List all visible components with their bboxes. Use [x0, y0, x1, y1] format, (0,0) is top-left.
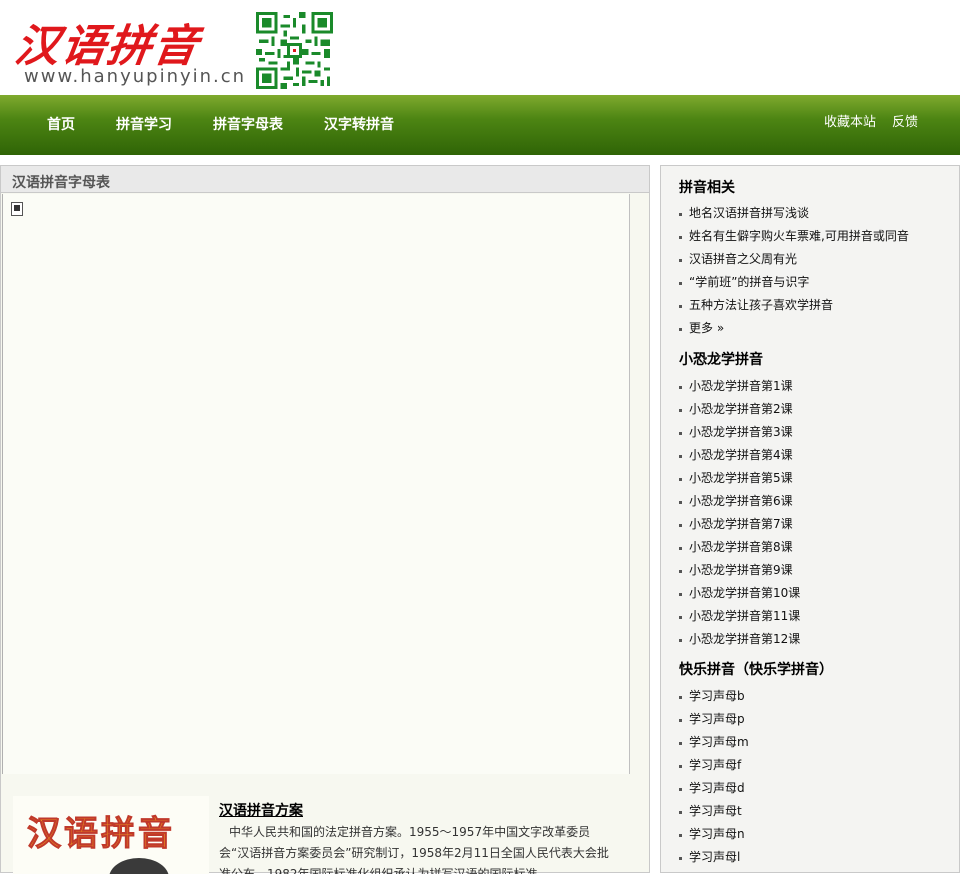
- site-header: 汉语拼音 www.hanyupinyin.cn: [0, 0, 960, 95]
- sidebar-link[interactable]: 小恐龙学拼音第9课: [679, 559, 800, 582]
- site-logo[interactable]: 汉语拼音 www.hanyupinyin.cn: [11, 8, 244, 90]
- sidebar-link[interactable]: 学习声母d: [679, 777, 749, 800]
- sidebar-link[interactable]: 小恐龙学拼音第6课: [679, 490, 800, 513]
- section-title: 汉语拼音字母表: [12, 175, 110, 191]
- sidebar-link[interactable]: 五种方法让孩子喜欢学拼音: [679, 294, 909, 317]
- sidebar-list-dinosaur: 小恐龙学拼音第1课 小恐龙学拼音第2课 小恐龙学拼音第3课 小恐龙学拼音第4课 …: [679, 375, 800, 651]
- logo-url: www.hanyupinyin.cn: [24, 66, 247, 87]
- article-thumbnail[interactable]: 汉语拼音: [13, 796, 209, 874]
- sidebar-link[interactable]: 小恐龙学拼音第1课: [679, 375, 800, 398]
- nav-pinyin-study[interactable]: 拼音学习: [116, 114, 172, 134]
- article-summary: 中华人民共和国的法定拼音方案。1955～1957年中国文字改革委员会“汉语拼音方…: [219, 825, 609, 874]
- sidebar-link[interactable]: 小恐龙学拼音第10课: [679, 582, 800, 605]
- section-header: 汉语拼音字母表: [1, 166, 649, 193]
- sidebar-link[interactable]: 姓名有生僻字购火车票难,可用拼音或同音: [679, 225, 909, 248]
- logo-title: 汉语拼音: [11, 21, 203, 72]
- sidebar-link[interactable]: 小恐龙学拼音第5课: [679, 467, 800, 490]
- sidebar-link[interactable]: 小恐龙学拼音第7课: [679, 513, 800, 536]
- sidebar-link[interactable]: 小恐龙学拼音第11课: [679, 605, 800, 628]
- sidebar-link[interactable]: 地名汉语拼音拼写浅谈: [679, 202, 909, 225]
- qr-code-icon: [256, 12, 333, 89]
- thumbnail-text: 汉语拼音: [27, 814, 175, 855]
- more-link[interactable]: 更多 »: [679, 317, 909, 340]
- sidebar-link[interactable]: 学习声母p: [679, 708, 749, 731]
- bookmark-link[interactable]: 收藏本站: [824, 111, 876, 130]
- sidebar-link[interactable]: 小恐龙学拼音第8课: [679, 536, 800, 559]
- sidebar-link[interactable]: 小恐龙学拼音第3课: [679, 421, 800, 444]
- sidebar-heading-happy-pinyin: 快乐拼音（快乐学拼音）: [679, 662, 833, 678]
- sidebar-link[interactable]: 学习声母m: [679, 731, 749, 754]
- article-item: 汉语拼音 汉语拼音方案 中华人民共和国的法定拼音方案。1955～1957年中国文…: [13, 796, 633, 874]
- sidebar-link[interactable]: 学习声母b: [679, 685, 749, 708]
- nav-hanzi-to-pinyin[interactable]: 汉字转拼音: [324, 114, 394, 134]
- alphabet-frame: [2, 194, 630, 774]
- sidebar: 拼音相关 地名汉语拼音拼写浅谈 姓名有生僻字购火车票难,可用拼音或同音 汉语拼音…: [660, 165, 960, 873]
- sidebar-link[interactable]: 小恐龙学拼音第2课: [679, 398, 800, 421]
- broken-image-icon: [11, 202, 23, 216]
- main-content: 汉语拼音字母表 汉语拼音 汉语拼音方案 中华人民共和国的法定拼音方案。1955～…: [0, 165, 650, 874]
- sidebar-list-pinyin-related: 地名汉语拼音拼写浅谈 姓名有生僻字购火车票难,可用拼音或同音 汉语拼音之父周有光…: [679, 202, 909, 340]
- sidebar-link[interactable]: 学习声母l: [679, 846, 749, 869]
- cartoon-head-icon: [109, 858, 169, 874]
- nav-pinyin-alphabet[interactable]: 拼音字母表: [213, 114, 283, 134]
- sidebar-link[interactable]: 小恐龙学拼音第4课: [679, 444, 800, 467]
- sidebar-link[interactable]: 学习声母f: [679, 754, 749, 777]
- sidebar-list-happy-pinyin: 学习声母b 学习声母p 学习声母m 学习声母f 学习声母d 学习声母t 学习声母…: [679, 685, 749, 869]
- feedback-link[interactable]: 反馈: [892, 111, 918, 130]
- sidebar-heading-dinosaur: 小恐龙学拼音: [679, 352, 763, 368]
- nav-home[interactable]: 首页: [47, 114, 75, 134]
- sidebar-link[interactable]: “学前班”的拼音与识字: [679, 271, 909, 294]
- main-nav: 首页 拼音学习 拼音字母表 汉字转拼音 收藏本站 反馈: [0, 95, 960, 155]
- sidebar-link[interactable]: 汉语拼音之父周有光: [679, 248, 909, 271]
- sidebar-heading-pinyin-related: 拼音相关: [679, 180, 735, 196]
- sidebar-link[interactable]: 小恐龙学拼音第12课: [679, 628, 800, 651]
- sidebar-link[interactable]: 学习声母t: [679, 800, 749, 823]
- article-title-link[interactable]: 汉语拼音方案: [219, 800, 303, 820]
- sidebar-link[interactable]: 学习声母n: [679, 823, 749, 846]
